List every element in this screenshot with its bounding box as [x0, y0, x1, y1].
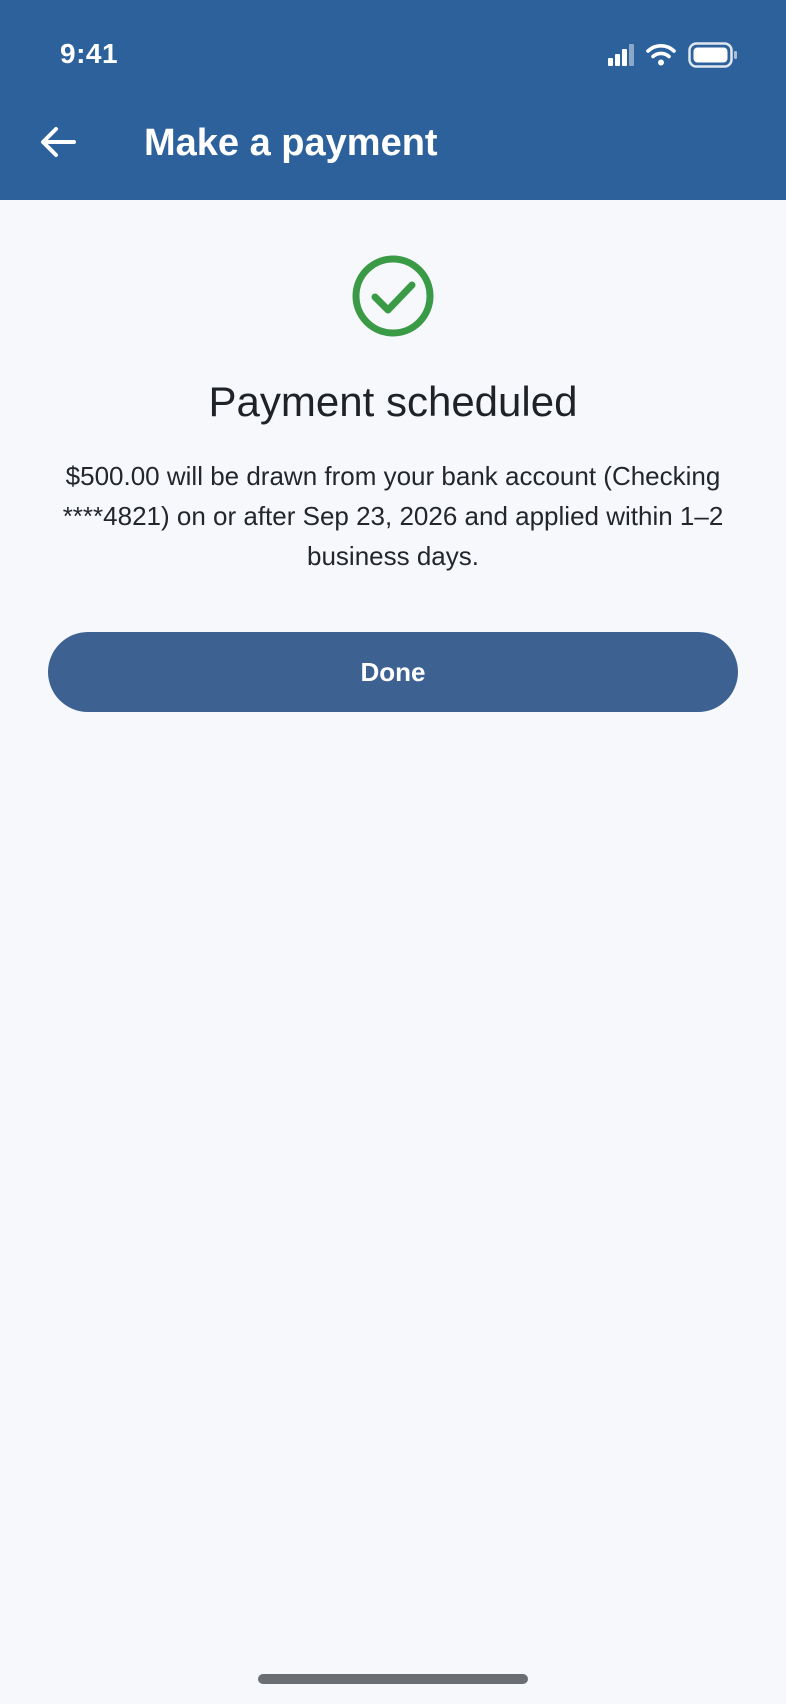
done-button[interactable]: Done [48, 632, 738, 712]
signal-icon [608, 44, 634, 66]
battery-icon [688, 42, 738, 68]
check-circle-icon [351, 254, 435, 338]
header: 9:41 Make a payment [0, 0, 786, 200]
back-button[interactable] [32, 118, 84, 170]
app-bar: Make a payment [0, 110, 786, 180]
arrow-left-icon [40, 126, 76, 163]
confirmation-content: Payment scheduled $500.00 will be drawn … [0, 200, 786, 1704]
page-title: Make a payment [144, 122, 438, 164]
home-indicator[interactable] [258, 1674, 528, 1684]
phone-screen: 9:41 Make a payment Payment scheduled $5… [0, 0, 786, 1704]
confirmation-heading: Payment scheduled [208, 378, 578, 425]
status-time: 9:41 [60, 38, 119, 69]
status-icons [608, 42, 738, 68]
confirmation-message: $500.00 will be drawn from your bank acc… [62, 461, 724, 571]
wifi-icon [646, 44, 676, 66]
